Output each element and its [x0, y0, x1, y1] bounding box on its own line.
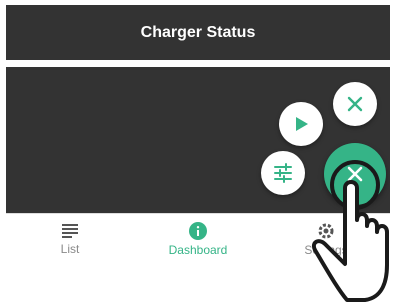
nav-label-list: List	[60, 241, 80, 256]
tune-icon	[274, 163, 292, 183]
close-icon	[347, 96, 363, 112]
close-secondary-button[interactable]	[333, 82, 377, 126]
title-bar: Charger Status	[6, 5, 390, 60]
list-icon	[62, 223, 78, 238]
play-button[interactable]	[279, 102, 323, 146]
nav-item-list[interactable]: List	[6, 214, 134, 264]
info-icon	[189, 221, 207, 240]
play-icon	[296, 117, 308, 131]
filter-button[interactable]	[261, 151, 305, 195]
nav-item-dashboard[interactable]: Dashboard	[134, 214, 262, 264]
tap-hand-icon	[312, 160, 389, 302]
nav-label-dashboard: Dashboard	[168, 242, 228, 257]
page-title: Charger Status	[140, 23, 256, 41]
